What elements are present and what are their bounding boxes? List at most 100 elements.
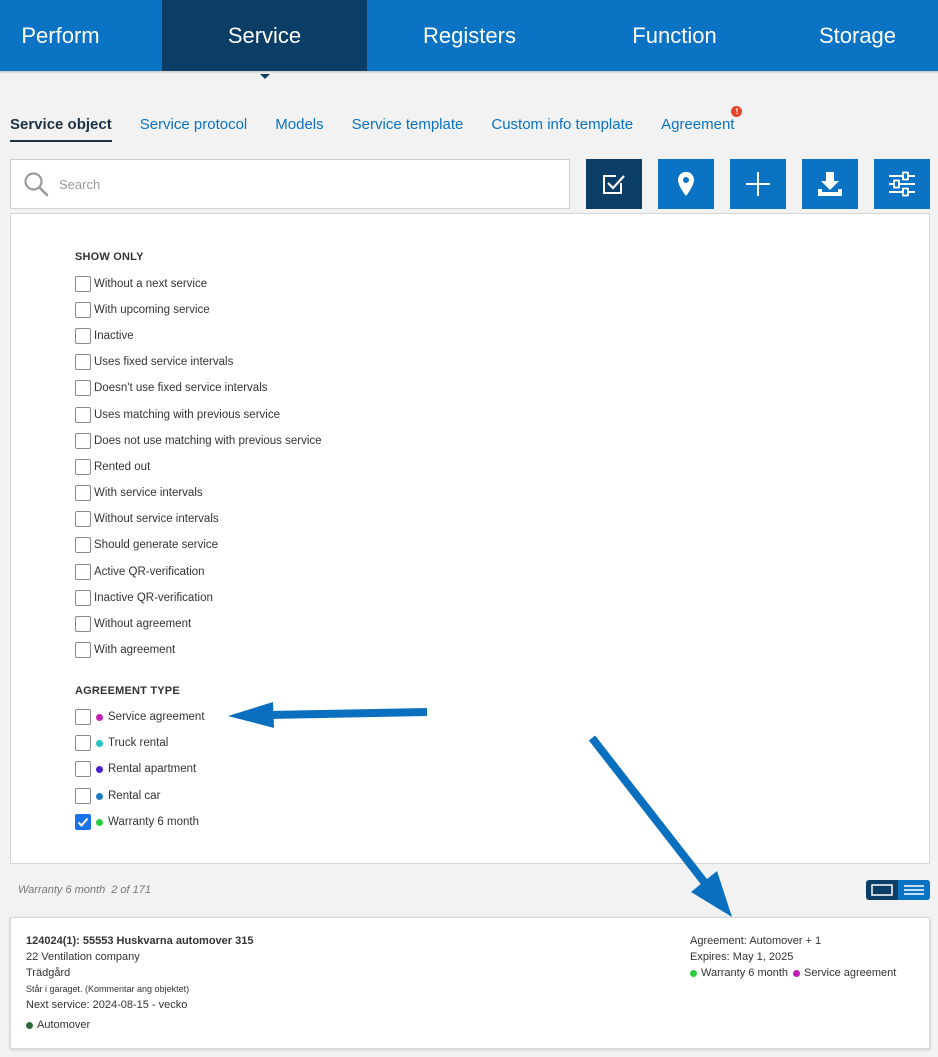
filter-label: Doesn't use fixed service intervals xyxy=(94,382,268,394)
checkbox[interactable] xyxy=(75,459,91,475)
checkbox[interactable] xyxy=(75,328,91,344)
filter-panel: SHOW ONLY Without a next service With up… xyxy=(10,213,930,864)
show-only-title: SHOW ONLY xyxy=(75,251,144,263)
filter-with-agreement[interactable]: With agreement xyxy=(75,641,175,659)
filter-uses-fixed-intervals[interactable]: Uses fixed service intervals xyxy=(75,353,233,371)
filter-label: Service agreement xyxy=(108,711,205,723)
filter-uses-matching[interactable]: Uses matching with previous service xyxy=(75,406,280,424)
nav-function[interactable]: Function xyxy=(572,0,777,71)
color-dot-icon xyxy=(26,1021,33,1029)
nav-service[interactable]: Service xyxy=(162,0,367,79)
checkbox[interactable] xyxy=(75,788,91,804)
nav-storage[interactable]: Storage xyxy=(777,0,938,71)
checkbox[interactable] xyxy=(75,511,91,527)
agreement-service-agreement[interactable]: Service agreement xyxy=(75,708,205,726)
checkbox[interactable] xyxy=(75,761,91,777)
filter-no-fixed-intervals[interactable]: Doesn't use fixed service intervals xyxy=(75,379,268,397)
location-pin-icon xyxy=(678,172,694,196)
tab-service-object[interactable]: Service object xyxy=(10,116,112,142)
filter-active-qr[interactable]: Active QR-verification xyxy=(75,563,205,581)
filter-label: Truck rental xyxy=(108,737,169,749)
card-title: 124024(1): 55553 Huskvarna automover 315 xyxy=(26,935,254,947)
card-category: Trädgård xyxy=(26,967,71,979)
card-expires: Expires: May 1, 2025 xyxy=(690,951,794,963)
download-icon xyxy=(818,172,842,196)
checkbox[interactable] xyxy=(75,302,91,318)
alert-badge-icon: ! xyxy=(731,106,743,117)
select-mode-button[interactable] xyxy=(586,159,642,209)
top-navigation: Perform Service Registers Function Stora… xyxy=(0,0,938,79)
checkbox[interactable] xyxy=(75,433,91,449)
nav-perform-label: Perform xyxy=(21,22,100,48)
filter-rented-out[interactable]: Rented out xyxy=(75,458,150,476)
nav-service-label: Service xyxy=(227,22,302,48)
agreement-rental-car[interactable]: Rental car xyxy=(75,787,160,805)
filter-label: Uses fixed service intervals xyxy=(94,356,234,368)
checkbox[interactable] xyxy=(75,354,91,370)
checkbox[interactable] xyxy=(75,590,91,606)
tab-service-protocol[interactable]: Service protocol xyxy=(140,116,248,142)
filter-inactive-qr[interactable]: Inactive QR-verification xyxy=(75,589,213,607)
filter-label: Uses matching with previous service xyxy=(94,409,280,421)
export-button[interactable] xyxy=(802,159,858,209)
results-filter-label: Warranty 6 month xyxy=(18,884,106,896)
filter-no-matching[interactable]: Does not use matching with previous serv… xyxy=(75,432,322,450)
map-button[interactable] xyxy=(658,159,714,209)
nav-perform[interactable]: Perform xyxy=(0,0,121,71)
agreement-type-title: AGREEMENT TYPE xyxy=(75,685,180,697)
card-agreement: Agreement: Automover + 1 xyxy=(690,935,822,947)
add-button[interactable] xyxy=(730,159,786,209)
checkbox-checked[interactable] xyxy=(75,814,91,830)
filter-settings-button[interactable] xyxy=(874,159,930,209)
filter-label: Does not use matching with previous serv… xyxy=(94,435,322,447)
filter-label: With service intervals xyxy=(94,487,203,499)
checkbox[interactable] xyxy=(75,735,91,751)
checkbox[interactable] xyxy=(75,276,91,292)
color-dot-icon xyxy=(96,818,103,826)
filter-label: Should generate service xyxy=(94,539,219,551)
checkbox[interactable] xyxy=(75,380,91,396)
filter-should-generate-service[interactable]: Should generate service xyxy=(75,536,218,554)
filter-with-service-intervals[interactable]: With service intervals xyxy=(75,484,203,502)
list-view-button[interactable] xyxy=(898,880,930,900)
agreement-warranty-6-month[interactable]: Warranty 6 month xyxy=(75,813,199,831)
tab-service-template[interactable]: Service template xyxy=(352,116,464,142)
list-view-icon xyxy=(904,885,924,895)
service-object-card[interactable]: 124024(1): 55553 Huskvarna automover 315… xyxy=(10,917,930,1049)
checkbox[interactable] xyxy=(75,407,91,423)
tab-custom-info-template[interactable]: Custom info template xyxy=(491,116,633,142)
tab-agreement[interactable]: Agreement! xyxy=(661,106,743,142)
tab-models[interactable]: Models xyxy=(275,116,323,142)
color-dot-icon xyxy=(96,739,103,747)
search-input[interactable] xyxy=(59,176,539,192)
card-comment: Står i garaget. (Kommentar ang objektet) xyxy=(26,984,190,994)
checkbox[interactable] xyxy=(75,537,91,553)
agreement-rental-apartment[interactable]: Rental apartment xyxy=(75,760,196,778)
filter-label: With agreement xyxy=(94,644,176,656)
checkbox[interactable] xyxy=(75,642,91,658)
filter-without-service-intervals[interactable]: Without service intervals xyxy=(75,510,219,528)
nav-registers[interactable]: Registers xyxy=(367,0,572,71)
checkbox[interactable] xyxy=(75,564,91,580)
search-icon xyxy=(24,172,49,197)
filter-label: Rental apartment xyxy=(108,763,197,775)
plus-icon xyxy=(746,172,770,196)
nav-storage-label: Storage xyxy=(818,22,897,48)
card-view-button[interactable] xyxy=(866,880,898,900)
filter-without-agreement[interactable]: Without agreement xyxy=(75,615,191,633)
view-toggle[interactable] xyxy=(866,880,930,900)
checkbox[interactable] xyxy=(75,709,91,725)
tag-label: Service agreement xyxy=(804,967,897,979)
agreement-truck-rental[interactable]: Truck rental xyxy=(75,734,168,752)
checkbox[interactable] xyxy=(75,616,91,632)
nav-shadow xyxy=(0,71,938,74)
filter-without-next-service[interactable]: Without a next service xyxy=(75,275,207,293)
filter-label: Inactive xyxy=(94,330,134,342)
filter-inactive[interactable]: Inactive xyxy=(75,327,134,345)
filter-label: Rental car xyxy=(108,790,161,802)
checkbox[interactable] xyxy=(75,485,91,501)
search-box xyxy=(10,159,570,209)
filter-with-upcoming-service[interactable]: With upcoming service xyxy=(75,301,210,319)
filter-label: With upcoming service xyxy=(94,304,210,316)
filter-label: Active QR-verification xyxy=(94,566,205,578)
